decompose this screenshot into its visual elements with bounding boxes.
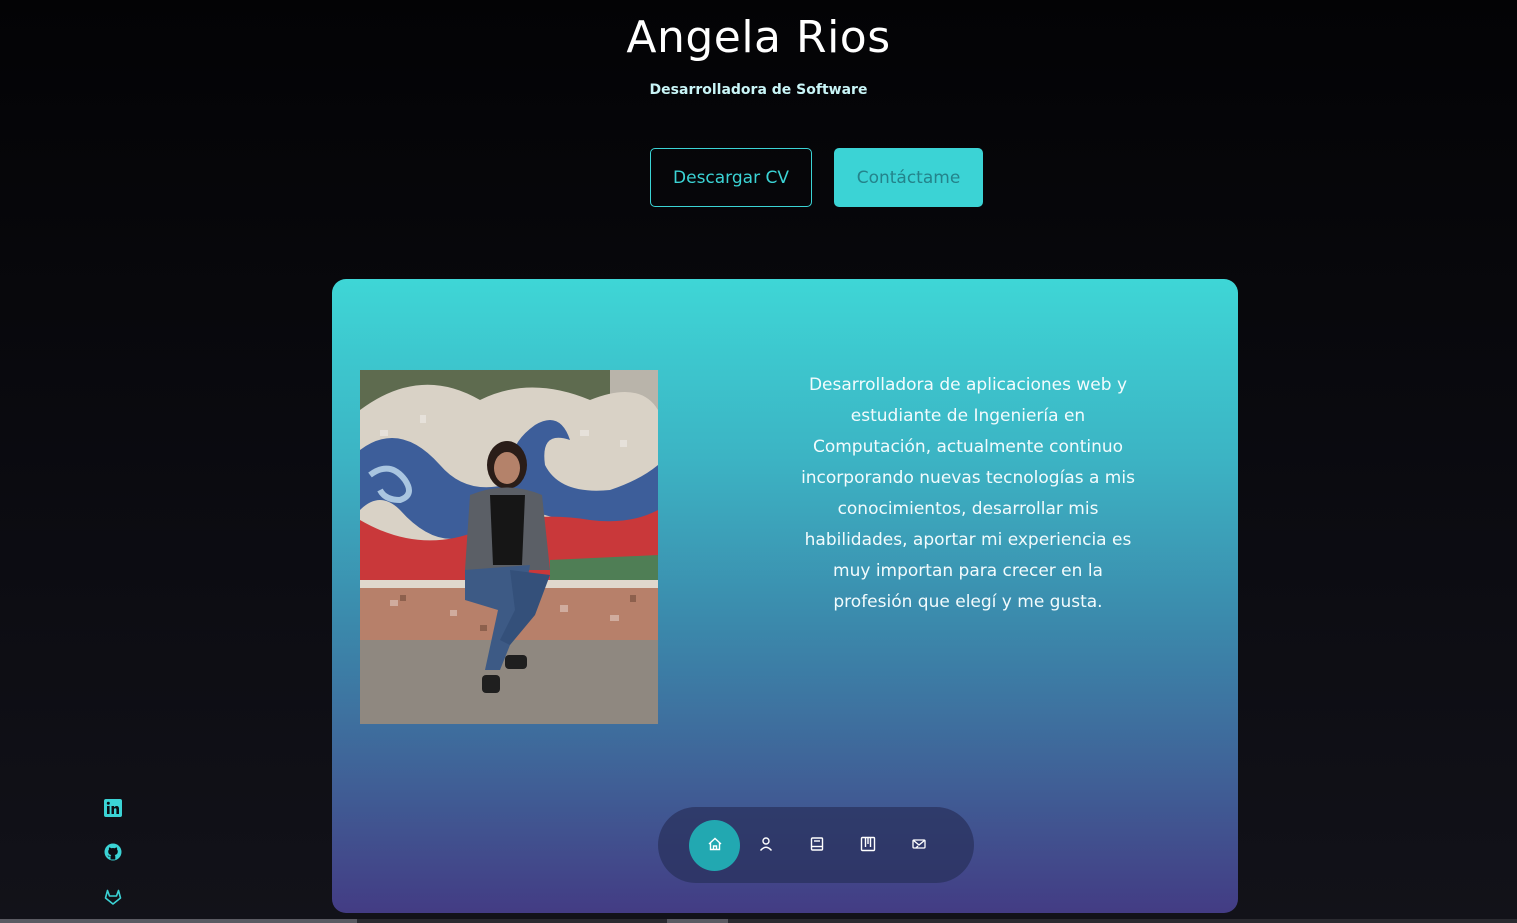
about-card: Desarrolladora de aplicaciones web y est… [332, 279, 1238, 913]
user-icon [758, 836, 774, 856]
linkedin-icon [104, 799, 122, 821]
contact-button[interactable]: Contáctame [834, 148, 983, 207]
linkedin-link[interactable] [103, 799, 123, 821]
gitlab-link[interactable] [103, 889, 123, 909]
github-link[interactable] [103, 843, 123, 865]
message-icon [911, 836, 927, 856]
github-icon [104, 843, 122, 865]
nav-about[interactable] [740, 820, 791, 871]
scrollbar-segment [0, 919, 357, 923]
nav-portfolio[interactable] [842, 820, 893, 871]
bottom-nav [658, 807, 974, 883]
book-icon [809, 836, 825, 856]
profile-photo [360, 370, 658, 724]
hero-name: Angela Rios [626, 12, 891, 63]
hero-role: Desarrolladora de Software [649, 82, 868, 98]
home-icon [707, 836, 723, 856]
nav-home[interactable] [689, 820, 740, 871]
nav-experience[interactable] [791, 820, 842, 871]
portfolio-icon [860, 836, 876, 856]
portfolio-page: Angela Rios Desarrolladora de Software D… [0, 0, 1517, 923]
scrollbar-thumb[interactable] [667, 919, 728, 923]
download-cv-button[interactable]: Descargar CV [650, 148, 812, 207]
gitlab-icon [104, 888, 122, 910]
nav-contact[interactable] [893, 820, 944, 871]
about-text: Desarrolladora de aplicaciones web y est… [801, 375, 1135, 612]
